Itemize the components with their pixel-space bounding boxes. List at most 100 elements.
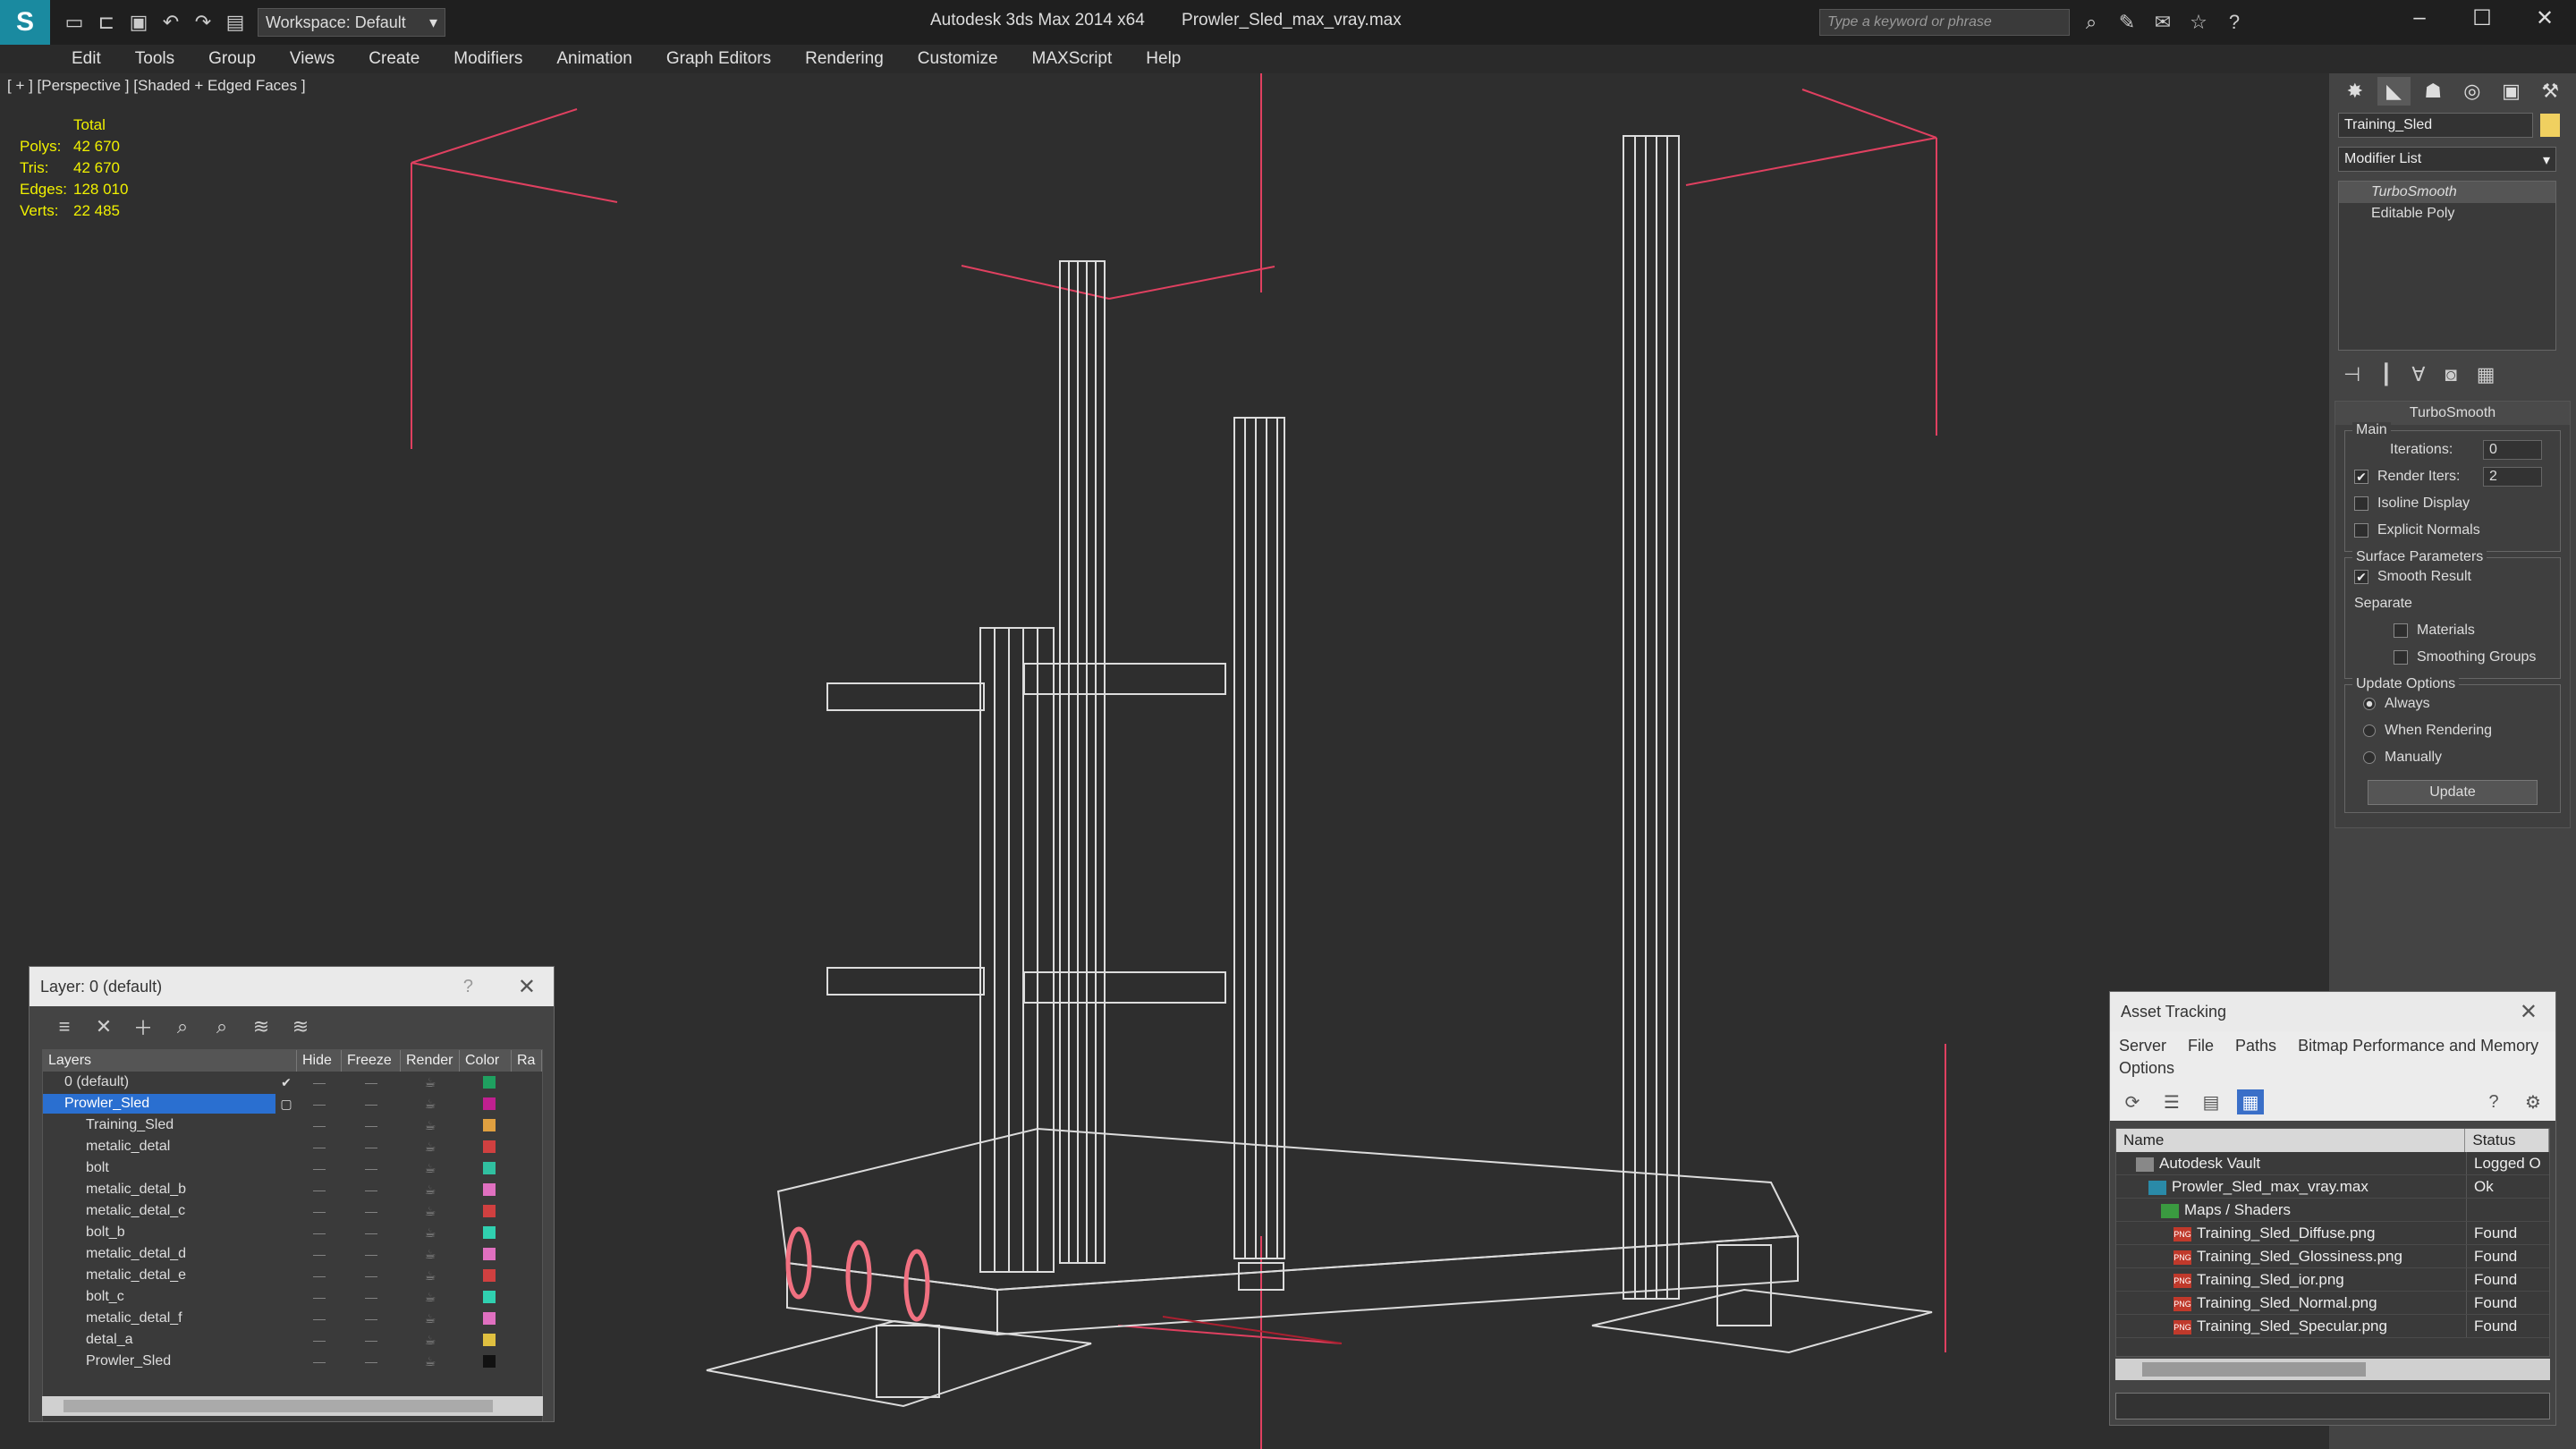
menu-create[interactable]: Create (369, 49, 419, 69)
layer-color-swatch[interactable] (483, 1248, 496, 1260)
layer-color-swatch[interactable] (483, 1162, 496, 1174)
asset-scrollbar[interactable] (2115, 1359, 2550, 1380)
layer-color-swatch[interactable] (483, 1269, 496, 1282)
show-end-result-icon[interactable]: ┃ (2380, 363, 2392, 386)
modify-tab-icon[interactable]: ◣ (2377, 77, 2411, 106)
explicit-normals-checkbox[interactable] (2354, 523, 2368, 538)
table-row[interactable]: Prowler_Sled — — ☕ (43, 1351, 542, 1372)
workspace-dropdown[interactable]: Workspace: Default ▾ (258, 8, 445, 37)
freeze-toggle[interactable]: — (342, 1161, 401, 1175)
table-row[interactable]: PNG Training_Sled_Specular.png Found (2116, 1315, 2549, 1338)
display-tab-icon[interactable]: ▣ (2495, 77, 2529, 106)
always-radio[interactable] (2363, 698, 2376, 710)
redo-icon[interactable]: ↷ (190, 9, 216, 36)
asset-scrollbar-thumb[interactable] (2142, 1362, 2366, 1377)
layer-color-swatch[interactable] (483, 1119, 496, 1131)
highlight-layer-icon[interactable]: ⌕ (208, 1013, 235, 1040)
iterations-spinner[interactable]: 0 (2483, 440, 2542, 460)
asset-menu-bitmap[interactable]: Bitmap Performance and Memory (2298, 1037, 2538, 1055)
menu-group[interactable]: Group (208, 49, 256, 69)
freeze-toggle[interactable]: — (342, 1140, 401, 1154)
col-render[interactable]: Render (401, 1050, 460, 1072)
freeze-toggle[interactable]: — (342, 1247, 401, 1261)
render-teapot-icon[interactable]: ☕ (401, 1247, 460, 1262)
table-row[interactable]: metalic_detal — — ☕ (43, 1136, 542, 1157)
smooth-result-checkbox[interactable]: ✔ (2354, 570, 2368, 584)
freeze-toggle[interactable]: — (342, 1311, 401, 1326)
hide-toggle[interactable]: — (297, 1140, 342, 1154)
col-freeze[interactable]: Freeze (342, 1050, 401, 1072)
render-iters-spinner[interactable]: 2 (2483, 467, 2542, 487)
hide-toggle[interactable]: — (297, 1182, 342, 1197)
open-file-icon[interactable]: ⊏ (93, 9, 120, 36)
make-unique-icon[interactable]: ∀ (2411, 363, 2425, 386)
layer-scrollbar[interactable] (42, 1396, 543, 1416)
menu-edit[interactable]: Edit (72, 49, 101, 69)
table-row[interactable]: Maps / Shaders (2116, 1199, 2549, 1222)
hierarchy-tab-icon[interactable]: ☗ (2416, 77, 2450, 106)
table-row[interactable]: bolt_b — — ☕ (43, 1222, 542, 1243)
hide-toggle[interactable]: — (297, 1075, 342, 1089)
undo-icon[interactable]: ↶ (157, 9, 184, 36)
layer-scrollbar-thumb[interactable] (64, 1400, 493, 1412)
render-teapot-icon[interactable]: ☕ (401, 1333, 460, 1348)
layer-help-icon[interactable]: ? (463, 977, 473, 997)
freeze-toggle[interactable]: — (342, 1182, 401, 1197)
table-row[interactable]: PNG Training_Sled_ior.png Found (2116, 1268, 2549, 1292)
layer-panel-title-bar[interactable]: Layer: 0 (default) ? ✕ (30, 967, 554, 1006)
hide-toggle[interactable]: — (297, 1247, 342, 1261)
menu-help[interactable]: Help (1146, 49, 1181, 69)
asset-path-field[interactable] (2115, 1393, 2550, 1419)
help-icon[interactable]: ? (2480, 1089, 2507, 1114)
maximize-icon[interactable]: ☐ (2451, 0, 2513, 36)
hide-toggle[interactable]: — (297, 1333, 342, 1347)
table-row[interactable]: PNG Training_Sled_Normal.png Found (2116, 1292, 2549, 1315)
col-status[interactable]: Status (2465, 1129, 2549, 1152)
menu-modifiers[interactable]: Modifiers (453, 49, 522, 69)
select-in-layer-icon[interactable]: ⌕ (169, 1013, 196, 1040)
manually-radio[interactable] (2363, 751, 2376, 764)
table-row[interactable]: metalic_detal_f — — ☕ (43, 1308, 542, 1329)
freeze-toggle[interactable]: — (342, 1075, 401, 1089)
render-teapot-icon[interactable]: ☕ (401, 1268, 460, 1284)
table-row[interactable]: bolt — — ☕ (43, 1157, 542, 1179)
menu-maxscript[interactable]: MAXScript (1032, 49, 1113, 69)
list-view-icon[interactable]: ☰ (2158, 1089, 2185, 1114)
object-color-swatch[interactable] (2540, 114, 2560, 137)
menu-customize[interactable]: Customize (918, 49, 998, 69)
hide-toggle[interactable]: — (297, 1161, 342, 1175)
asset-menu-paths[interactable]: Paths (2235, 1037, 2276, 1055)
communication-icon[interactable]: ✉ (2148, 9, 2177, 36)
layer-color-swatch[interactable] (483, 1076, 496, 1089)
col-radiosity[interactable]: Ra (512, 1050, 542, 1072)
render-iters-checkbox[interactable]: ✔ (2354, 470, 2368, 484)
pin-stack-icon[interactable]: ⊣ (2343, 363, 2360, 386)
menu-tools[interactable]: Tools (135, 49, 174, 69)
smoothing-groups-checkbox[interactable] (2394, 650, 2408, 665)
hide-toggle[interactable]: — (297, 1097, 342, 1111)
render-teapot-icon[interactable]: ☕ (401, 1290, 460, 1305)
layer-color-swatch[interactable] (483, 1291, 496, 1303)
table-row[interactable]: detal_a — — ☕ (43, 1329, 542, 1351)
hide-toggle[interactable]: — (297, 1311, 342, 1326)
col-hide[interactable]: Hide (297, 1050, 342, 1072)
table-view-icon[interactable]: ▦ (2237, 1089, 2264, 1114)
hide-toggle[interactable]: — (297, 1225, 342, 1240)
tree-view-icon[interactable]: ▤ (2198, 1089, 2224, 1114)
minimize-icon[interactable]: – (2388, 0, 2451, 36)
asset-menu-options[interactable]: Options (2119, 1059, 2174, 1078)
object-name-field[interactable]: Training_Sled (2338, 113, 2533, 138)
table-row[interactable]: Prowler_Sled ▢ — — ☕ (43, 1093, 542, 1114)
layer-color-swatch[interactable] (483, 1312, 496, 1325)
table-row[interactable]: PNG Training_Sled_Glossiness.png Found (2116, 1245, 2549, 1268)
hide-toggle[interactable]: — (297, 1268, 342, 1283)
configure-sets-icon[interactable]: ▦ (2477, 363, 2496, 386)
viewport-label[interactable]: [ + ] [Perspective ] [Shaded + Edged Fac… (7, 77, 306, 95)
hide-toggle[interactable]: — (297, 1290, 342, 1304)
close-icon[interactable]: ✕ (518, 974, 536, 1000)
layer-color-swatch[interactable] (483, 1226, 496, 1239)
stack-item-editable-poly[interactable]: Editable Poly (2339, 203, 2555, 225)
asset-menu-server[interactable]: Server (2119, 1037, 2166, 1055)
freeze-toggle[interactable]: — (342, 1097, 401, 1111)
project-folder-icon[interactable]: ▤ (222, 9, 249, 36)
